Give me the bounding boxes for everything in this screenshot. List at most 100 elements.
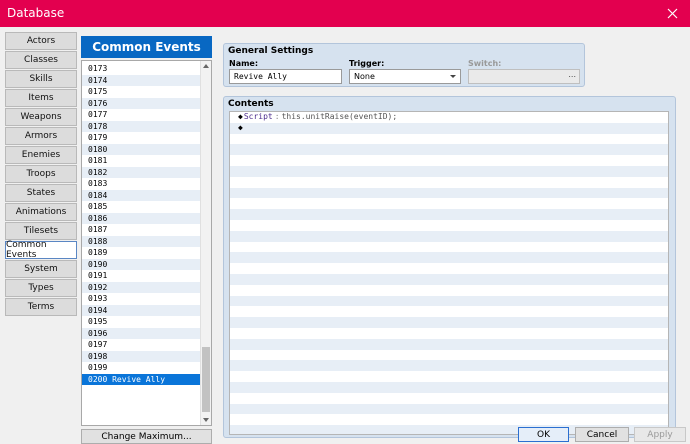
empty-command-row[interactable] <box>230 381 668 393</box>
empty-command-row[interactable] <box>230 134 668 145</box>
category-tab-items[interactable]: Items <box>5 89 77 107</box>
switch-field[interactable]: ... <box>468 69 580 84</box>
empty-command-row[interactable] <box>230 177 668 188</box>
list-item[interactable]: 0185 <box>82 201 201 213</box>
list-item[interactable]: 0177 <box>82 109 201 121</box>
empty-command-row[interactable] <box>230 144 668 156</box>
empty-command-row[interactable] <box>230 209 668 220</box>
empty-command-row[interactable] <box>230 242 668 253</box>
switch-label: Switch: <box>468 59 502 68</box>
name-field[interactable]: Revive Ally <box>229 69 342 84</box>
empty-command-row[interactable] <box>230 350 668 361</box>
list-item[interactable]: 0195 <box>82 316 201 328</box>
command-code: this.unitRaise(eventID); <box>281 112 398 121</box>
empty-command-row[interactable] <box>230 414 668 425</box>
list-item[interactable]: 0174 <box>82 74 201 86</box>
trigger-select[interactable]: None <box>349 69 461 84</box>
scroll-thumb[interactable] <box>202 347 210 412</box>
category-tab-troops[interactable]: Troops <box>5 165 77 183</box>
scroll-up-icon[interactable] <box>203 64 209 68</box>
empty-command-row[interactable] <box>230 273 668 285</box>
list-item[interactable]: 0179 <box>82 132 201 144</box>
list-item[interactable]: 0181 <box>82 155 201 167</box>
category-tab-actors[interactable]: Actors <box>5 32 77 50</box>
list-item[interactable]: 0176 <box>82 97 201 109</box>
empty-command-row[interactable] <box>230 165 668 177</box>
empty-command-row[interactable] <box>230 371 668 382</box>
list-item[interactable]: 0191 <box>82 270 201 282</box>
category-tab-enemies[interactable]: Enemies <box>5 146 77 164</box>
list-item[interactable]: 0183 <box>82 178 201 190</box>
empty-command-row[interactable] <box>230 252 668 264</box>
list-item[interactable]: 0186 <box>82 212 201 224</box>
empty-command-row[interactable] <box>230 317 668 328</box>
list-item[interactable]: 0192 <box>82 281 201 293</box>
apply-button[interactable]: Apply <box>634 427 686 442</box>
scroll-down-icon[interactable] <box>203 418 209 422</box>
list-item[interactable]: 0187 <box>82 224 201 236</box>
list-item[interactable]: 0197 <box>82 339 201 351</box>
category-tab-types[interactable]: Types <box>5 279 77 297</box>
category-tab-armors[interactable]: Armors <box>5 127 77 145</box>
category-tab-animations[interactable]: Animations <box>5 203 77 221</box>
title-bar: Database <box>0 0 690 27</box>
trigger-value: None <box>354 72 375 81</box>
list-item[interactable]: 0180 <box>82 143 201 155</box>
category-tab-classes[interactable]: Classes <box>5 51 77 69</box>
list-item[interactable]: 0199 <box>82 362 201 374</box>
category-tab-states[interactable]: States <box>5 184 77 202</box>
empty-command-row[interactable] <box>230 155 668 166</box>
empty-command-row[interactable] <box>230 220 668 231</box>
event-commands-list[interactable]: ◆Script: this.unitRaise(eventID); ◆ <box>229 111 669 435</box>
window-title: Database <box>7 6 65 20</box>
category-tab-weapons[interactable]: Weapons <box>5 108 77 126</box>
name-label: Name: <box>229 59 259 68</box>
close-button[interactable] <box>662 3 682 23</box>
list-item[interactable]: 0190 <box>82 258 201 270</box>
category-tab-common-events[interactable]: Common Events <box>5 240 77 260</box>
ok-button[interactable]: OK <box>518 427 569 442</box>
list-item[interactable]: 0193 <box>82 293 201 305</box>
empty-command-row[interactable] <box>230 360 668 372</box>
general-settings-group: General Settings Name: Revive Ally Trigg… <box>223 43 585 87</box>
empty-command-row[interactable] <box>230 328 668 339</box>
list-item[interactable]: 0188 <box>82 235 201 247</box>
empty-command-row[interactable] <box>230 263 668 274</box>
list-item[interactable]: 0182 <box>82 166 201 178</box>
empty-command-row[interactable] <box>230 338 668 350</box>
list-item[interactable]: 0189 <box>82 247 201 259</box>
empty-command-row[interactable] <box>230 230 668 242</box>
empty-command-row[interactable] <box>230 187 668 199</box>
chevron-down-icon <box>450 75 456 78</box>
list-item[interactable]: 0175 <box>82 86 201 98</box>
list-item[interactable]: 0198 <box>82 350 201 362</box>
command-row[interactable]: ◆ <box>230 122 668 134</box>
change-maximum-button[interactable]: Change Maximum... <box>81 429 212 444</box>
switch-browse-button[interactable]: ... <box>568 70 576 79</box>
list-item[interactable]: 0178 <box>82 120 201 132</box>
cancel-button[interactable]: Cancel <box>575 427 629 442</box>
category-tab-skills[interactable]: Skills <box>5 70 77 88</box>
list-item[interactable]: 0173 <box>82 63 201 75</box>
empty-command-row[interactable] <box>230 285 668 296</box>
list-item[interactable]: 0194 <box>82 304 201 316</box>
list-item[interactable]: 0196 <box>82 327 201 339</box>
category-tab-tilesets[interactable]: Tilesets <box>5 222 77 240</box>
close-icon <box>667 8 677 18</box>
list-item[interactable]: 0200 Revive Ally <box>82 373 201 385</box>
command-row[interactable]: ◆Script: this.unitRaise(eventID); <box>230 112 668 123</box>
empty-command-row[interactable] <box>230 295 668 307</box>
empty-command-row[interactable] <box>230 403 668 415</box>
category-tab-terms[interactable]: Terms <box>5 298 77 316</box>
empty-command-row[interactable] <box>230 198 668 209</box>
command-name: Script <box>243 112 273 121</box>
list-item[interactable]: 0184 <box>82 189 201 201</box>
empty-command-row[interactable] <box>230 393 668 404</box>
common-events-list[interactable]: 0173 0174 0175 0176 0177 0178 0179 0180 0181 0182… <box>81 60 212 426</box>
list-scrollbar[interactable] <box>200 61 211 425</box>
empty-command-row[interactable] <box>230 306 668 317</box>
common-events-header: Common Events <box>81 36 212 58</box>
category-tab-system[interactable]: System <box>5 260 77 278</box>
category-tabs: Actors Classes Skills Items Weapons Armors Ene… <box>5 32 77 317</box>
diamond-icon: ◆ <box>238 122 243 132</box>
